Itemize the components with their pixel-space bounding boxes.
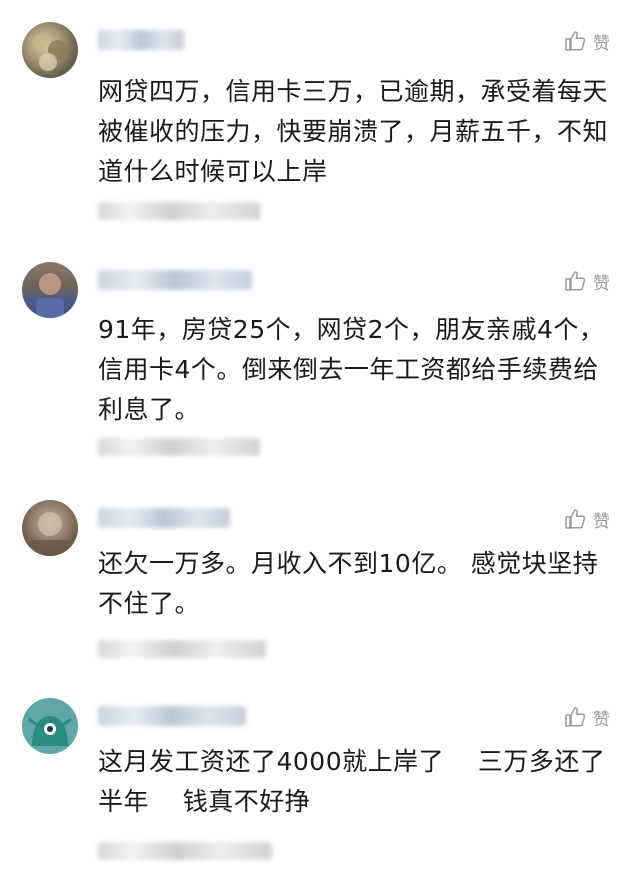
comment-meta-blurred [98,640,266,658]
comment-text: 91年，房贷25个，网贷2个，朋友亲戚4个，信用卡4个。倒来倒去一年工资都给手续… [98,315,605,424]
comment-item: 赞 网贷四万，信用卡三万，已逾期，承受着每天被催收的压力，快要崩溃了，月薪五千，… [0,22,640,232]
comment-text: 还欠一万多。月收入不到10亿。 感觉块坚持不住了。 [98,549,599,618]
comment-meta-blurred [98,438,260,456]
thumbs-up-icon [565,509,586,529]
comment-text: 这月发工资还了4000就上岸了 三万多还了半年 钱真不好挣 [98,747,606,816]
avatar[interactable] [22,22,78,78]
avatar-image [36,273,64,318]
like-button[interactable]: 赞 [563,268,610,294]
username-blurred[interactable] [98,508,230,528]
comment-meta-blurred [98,842,272,860]
monster-avatar-icon [28,716,72,746]
like-label: 赞 [593,511,610,532]
like-button[interactable]: 赞 [563,704,610,730]
avatar-image [32,34,68,71]
like-label: 赞 [593,33,610,54]
avatar[interactable] [22,698,78,754]
like-button[interactable]: 赞 [563,506,610,532]
username-blurred[interactable] [98,706,246,726]
avatar[interactable] [22,500,78,556]
like-label: 赞 [593,709,610,730]
thumbs-up-icon [565,707,586,727]
comment-meta-blurred [98,202,260,220]
avatar[interactable] [22,262,78,318]
comment-item: 赞 这月发工资还了4000就上岸了 三万多还了半年 钱真不好挣 [0,698,640,878]
avatar-image [30,512,70,556]
thumbs-up-icon [565,31,586,51]
thumbs-up-icon [565,271,586,291]
username-blurred[interactable] [98,270,252,290]
comment-text: 网贷四万，信用卡三万，已逾期，承受着每天被催收的压力，快要崩溃了，月薪五千，不知… [98,77,609,186]
comment-item: 赞 91年，房贷25个，网贷2个，朋友亲戚4个，信用卡4个。倒来倒去一年工资都给… [0,262,640,462]
comment-item: 赞 还欠一万多。月收入不到10亿。 感觉块坚持不住了。 [0,500,640,670]
like-label: 赞 [593,273,610,294]
like-button[interactable]: 赞 [563,28,610,54]
username-blurred[interactable] [98,30,184,50]
